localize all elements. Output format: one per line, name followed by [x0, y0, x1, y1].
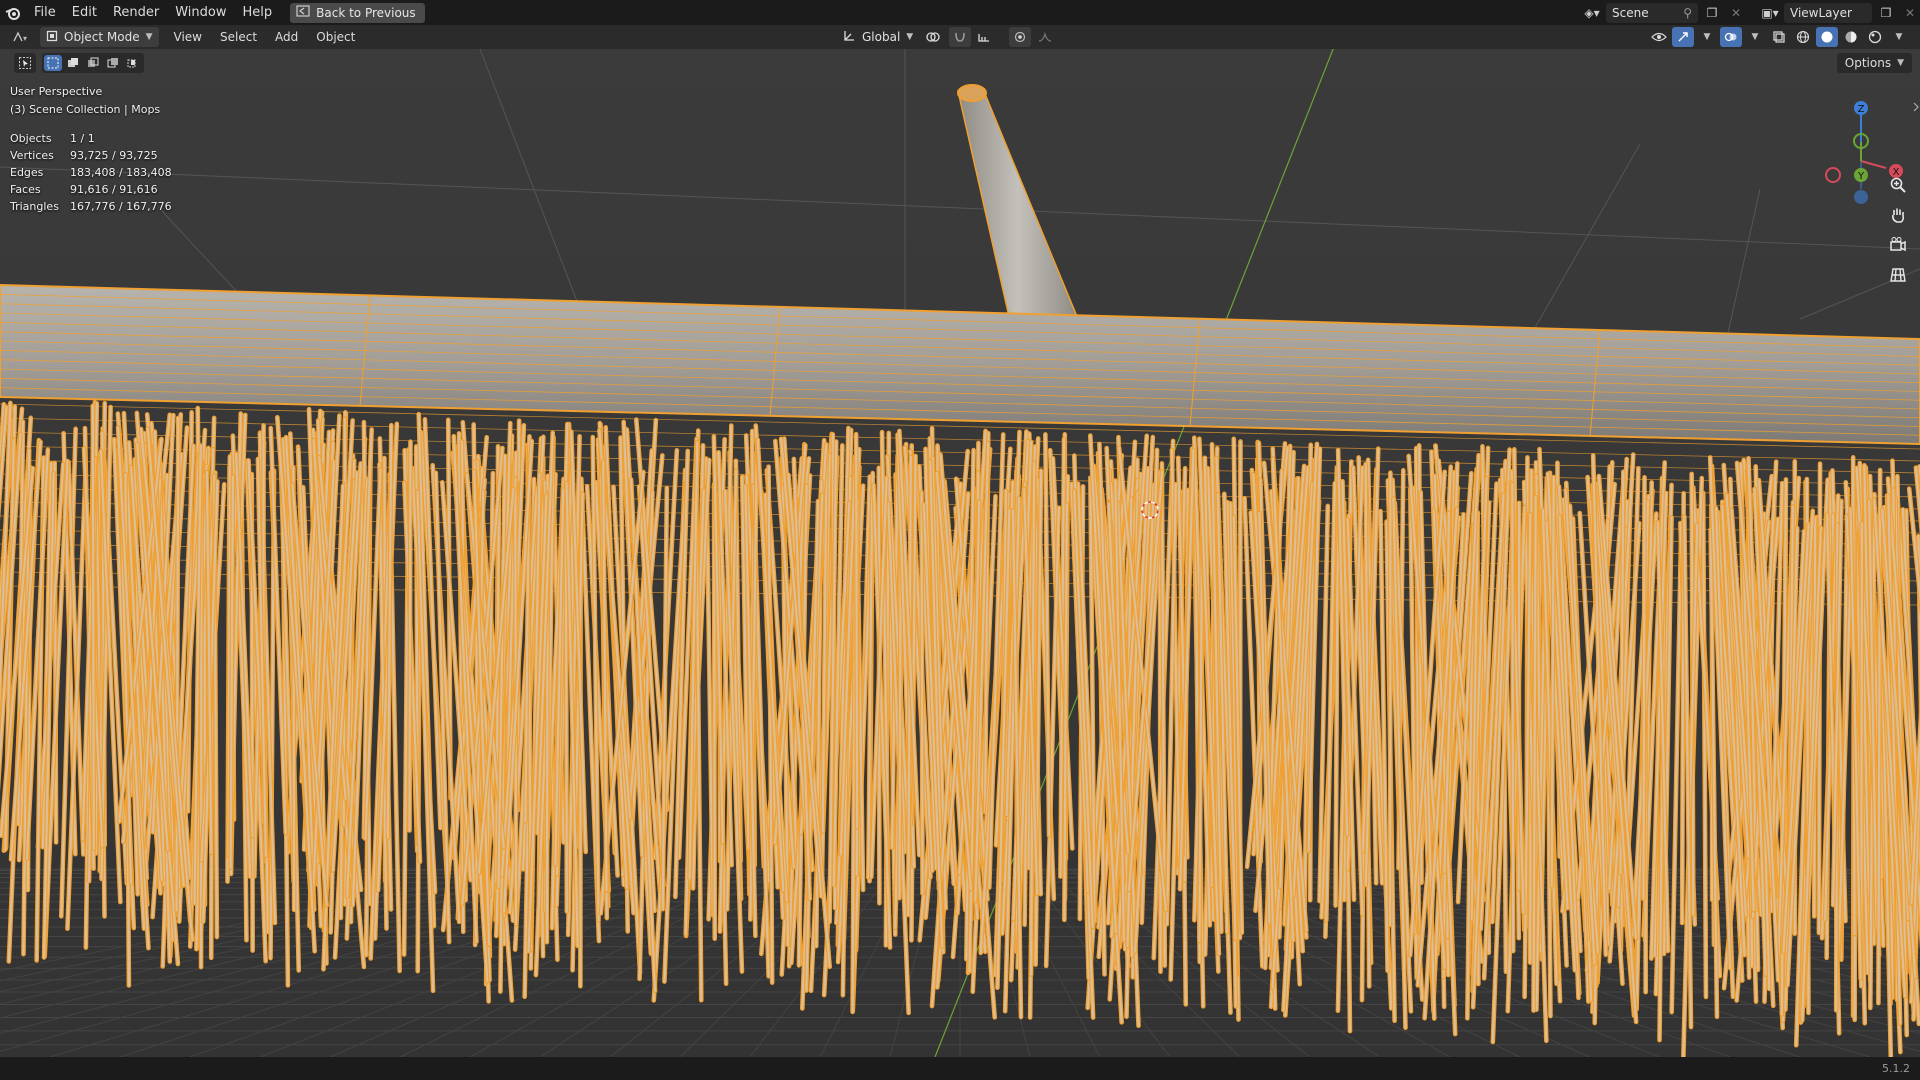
zoom-icon[interactable] [1886, 173, 1910, 197]
chevron-down-icon: ▼ [906, 32, 914, 42]
snap-target-icon[interactable] [975, 27, 997, 47]
stat-value: 183,408 / 183,408 [70, 165, 172, 179]
menu-help[interactable]: Help [235, 0, 281, 25]
new-scene-icon[interactable]: ❐ [1702, 3, 1722, 23]
chevron-down-icon: ▼ [1897, 58, 1904, 68]
view-layer-icon[interactable]: ▣▾ [1760, 3, 1780, 23]
material-shading-icon[interactable] [1840, 27, 1862, 47]
pivot-icon[interactable] [923, 27, 945, 47]
mode-dropdown[interactable]: Object Mode ▼ [40, 27, 159, 47]
solid-shading-icon[interactable] [1816, 27, 1838, 47]
wireframe-shading-icon[interactable] [1792, 27, 1814, 47]
header-menu-select[interactable]: Select [211, 25, 266, 49]
menu-window[interactable]: Window [167, 0, 234, 25]
header-menu-view[interactable]: View [165, 25, 211, 49]
broom-mesh-scene[interactable] [0, 49, 1920, 1057]
stat-row: Edges 183,408 / 183,408 [10, 165, 172, 182]
shading-menu-icon[interactable]: ▼ [1888, 27, 1910, 47]
object-mode-icon [46, 30, 58, 45]
status-bar: 5.1.2 [0, 1057, 1920, 1080]
select-box-icon[interactable] [44, 55, 62, 71]
delete-view-layer-icon[interactable]: ✕ [1900, 3, 1920, 23]
stat-row: Objects 1 / 1 [10, 131, 172, 148]
hand-pan-icon[interactable] [1886, 203, 1910, 227]
options-dropdown[interactable]: Options ▼ [1836, 53, 1912, 73]
menu-render[interactable]: Render [105, 0, 167, 25]
collection-label: (3) Scene Collection | Mops [10, 103, 161, 116]
scene-name: Scene [1612, 5, 1649, 20]
stat-row: Vertices 93,725 / 93,725 [10, 148, 172, 165]
proportional-edit-icon[interactable] [1009, 27, 1032, 47]
stat-value: 1 / 1 [70, 131, 95, 145]
3d-viewport[interactable]: User Perspective (3) Scene Collection | … [0, 49, 1920, 1057]
grid-ortho-icon[interactable] [1886, 263, 1910, 287]
menu-file[interactable]: File [26, 0, 64, 25]
select-tool-icon[interactable] [14, 53, 36, 73]
rendered-shading-icon[interactable] [1864, 27, 1886, 47]
selection-mode-group [42, 53, 144, 73]
stat-value: 93,725 / 93,725 [70, 148, 158, 162]
sidebar-toggle-icon [1913, 102, 1919, 112]
chevron-down-icon: ▼ [145, 32, 153, 42]
object-origin [1107, 499, 1111, 503]
gizmo-menu-icon[interactable]: ▼ [1696, 27, 1718, 47]
tool-settings-row [14, 53, 144, 73]
stat-row: Triangles 167,776 / 167,776 [10, 199, 172, 216]
menu-edit[interactable]: Edit [64, 0, 105, 25]
pin-icon[interactable]: ⚲ [1683, 6, 1692, 20]
view-layer-name: ViewLayer [1790, 5, 1852, 20]
navigation-buttons [1886, 173, 1910, 287]
gizmo-neg-x-axis[interactable] [1825, 167, 1841, 183]
blender-logo-icon[interactable] [0, 0, 26, 25]
stat-row: Faces 91,616 / 91,616 [10, 182, 172, 199]
scene-icon[interactable]: ◈▾ [1582, 3, 1602, 23]
mode-label: Object Mode [64, 30, 140, 44]
options-label: Options [1844, 56, 1892, 70]
falloff-icon[interactable] [1035, 27, 1057, 47]
view-layer-field[interactable]: ViewLayer [1784, 2, 1872, 23]
stat-label: Vertices [10, 148, 54, 162]
gizmo-z-label: Z [1858, 104, 1865, 115]
svg-text:▾: ▾ [23, 34, 27, 43]
camera-icon[interactable] [1886, 233, 1910, 257]
select-subtract-icon[interactable] [84, 55, 102, 71]
version-label: 5.1.2 [1882, 1062, 1910, 1075]
select-invert-icon[interactable] [104, 55, 122, 71]
header-menu-object[interactable]: Object [307, 25, 364, 49]
new-view-layer-icon[interactable]: ❐ [1876, 3, 1896, 23]
stat-label: Objects [10, 131, 52, 145]
transform-orientation-dropdown[interactable]: Global ▼ [836, 27, 919, 47]
overlays-menu-icon[interactable]: ▼ [1744, 27, 1766, 47]
transform-orientation-icon [842, 29, 856, 46]
select-intersect-icon[interactable] [124, 55, 142, 71]
editor-type-icon[interactable]: ▾ [10, 27, 32, 47]
back-to-previous-label: Back to Previous [316, 5, 416, 20]
gizmo-toggle-icon[interactable] [1672, 27, 1694, 47]
stat-label: Edges [10, 165, 44, 179]
xray-toggle-icon[interactable] [1768, 27, 1790, 47]
header-menu-add[interactable]: Add [266, 25, 307, 49]
stat-label: Triangles [10, 199, 59, 213]
delete-scene-icon[interactable]: ✕ [1726, 3, 1746, 23]
scene-name-field[interactable]: Scene ⚲ [1606, 2, 1698, 23]
handle-cap [957, 84, 987, 102]
viewport-header: ▾ Object Mode ▼ View Select Add Object G… [0, 25, 1920, 49]
orientation-label: Global [862, 30, 901, 44]
back-icon [296, 5, 310, 20]
scene-statistics: Objects 1 / 1 Vertices 93,725 / 93,725 Edg… [10, 131, 172, 216]
gizmo-neg-z-axis[interactable] [1854, 190, 1868, 204]
select-extend-icon[interactable] [64, 55, 82, 71]
overlays-toggle-icon[interactable] [1720, 27, 1742, 47]
snap-icon[interactable] [949, 27, 972, 47]
back-to-previous-button[interactable]: Back to Previous [290, 2, 425, 23]
visibility-icon[interactable] [1648, 27, 1670, 47]
stat-value: 167,776 / 167,776 [70, 199, 172, 213]
view-name-label: User Perspective [10, 85, 103, 98]
top-bar: File Edit Render Window Help Back to Pre… [0, 0, 1920, 25]
gizmo-y-label: Y [1857, 171, 1865, 182]
stat-label: Faces [10, 182, 41, 196]
stat-value: 91,616 / 91,616 [70, 182, 158, 196]
